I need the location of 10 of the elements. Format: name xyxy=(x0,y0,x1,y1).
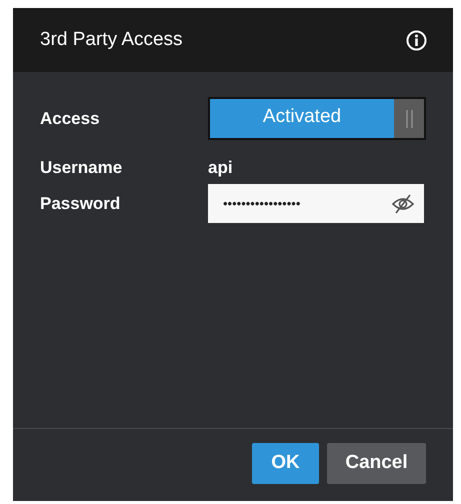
password-field[interactable]: ••••••••••••••••• xyxy=(208,184,424,223)
handle-icon xyxy=(406,108,412,128)
field-label: Password xyxy=(40,194,122,214)
username-value: api xyxy=(208,158,233,178)
eye-slash-icon[interactable] xyxy=(391,192,415,214)
field-label: Username xyxy=(40,158,124,178)
cancel-button[interactable]: Cancel xyxy=(327,442,426,484)
dialog-title: 3rd Party Access xyxy=(40,29,183,51)
field-label: Access xyxy=(40,108,101,128)
info-icon[interactable] xyxy=(406,30,427,50)
